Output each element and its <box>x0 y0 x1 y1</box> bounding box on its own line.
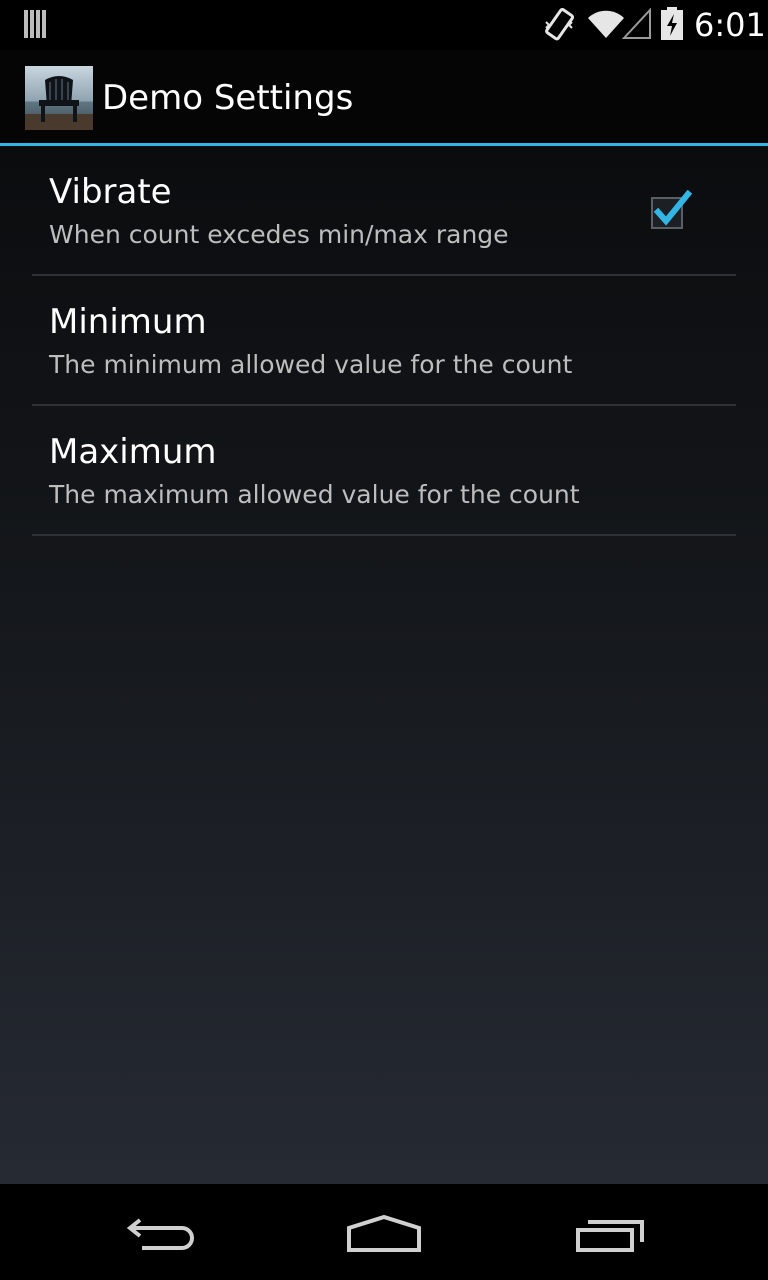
navigation-bar <box>0 1184 768 1280</box>
vibrate-icon <box>542 6 576 49</box>
pref-minimum[interactable]: Minimum The minimum allowed value for th… <box>32 276 736 406</box>
app-chair-icon[interactable] <box>25 66 93 130</box>
status-time: 6:01 <box>694 6 766 44</box>
vibrate-checkbox[interactable] <box>650 189 693 232</box>
preferences-list: Vibrate When count excedes min/max range… <box>0 146 768 1184</box>
pref-vibrate[interactable]: Vibrate When count excedes min/max range <box>32 146 736 276</box>
home-icon <box>347 1214 421 1252</box>
home-button[interactable] <box>256 1184 512 1280</box>
pref-title: Maximum <box>49 432 217 472</box>
battery-charging-icon <box>660 7 684 46</box>
page-title: Demo Settings <box>102 78 354 118</box>
pref-summary: When count excedes min/max range <box>49 220 509 249</box>
recents-icon <box>576 1220 644 1252</box>
status-bar: 6:01 <box>0 0 768 50</box>
recents-button[interactable] <box>480 1184 736 1280</box>
action-bar: Demo Settings <box>0 50 768 143</box>
pref-title: Minimum <box>49 302 207 342</box>
pref-summary: The maximum allowed value for the count <box>49 480 580 509</box>
notification-bars-icon <box>24 10 48 45</box>
settings-screen: 6:01 Demo Settings Vibrate When count ex… <box>0 0 768 1280</box>
wifi-icon <box>586 7 652 45</box>
pref-title: Vibrate <box>49 172 172 212</box>
back-icon <box>126 1218 194 1250</box>
pref-maximum[interactable]: Maximum The maximum allowed value for th… <box>32 406 736 536</box>
back-button[interactable] <box>32 1184 288 1280</box>
pref-summary: The minimum allowed value for the count <box>49 350 573 379</box>
